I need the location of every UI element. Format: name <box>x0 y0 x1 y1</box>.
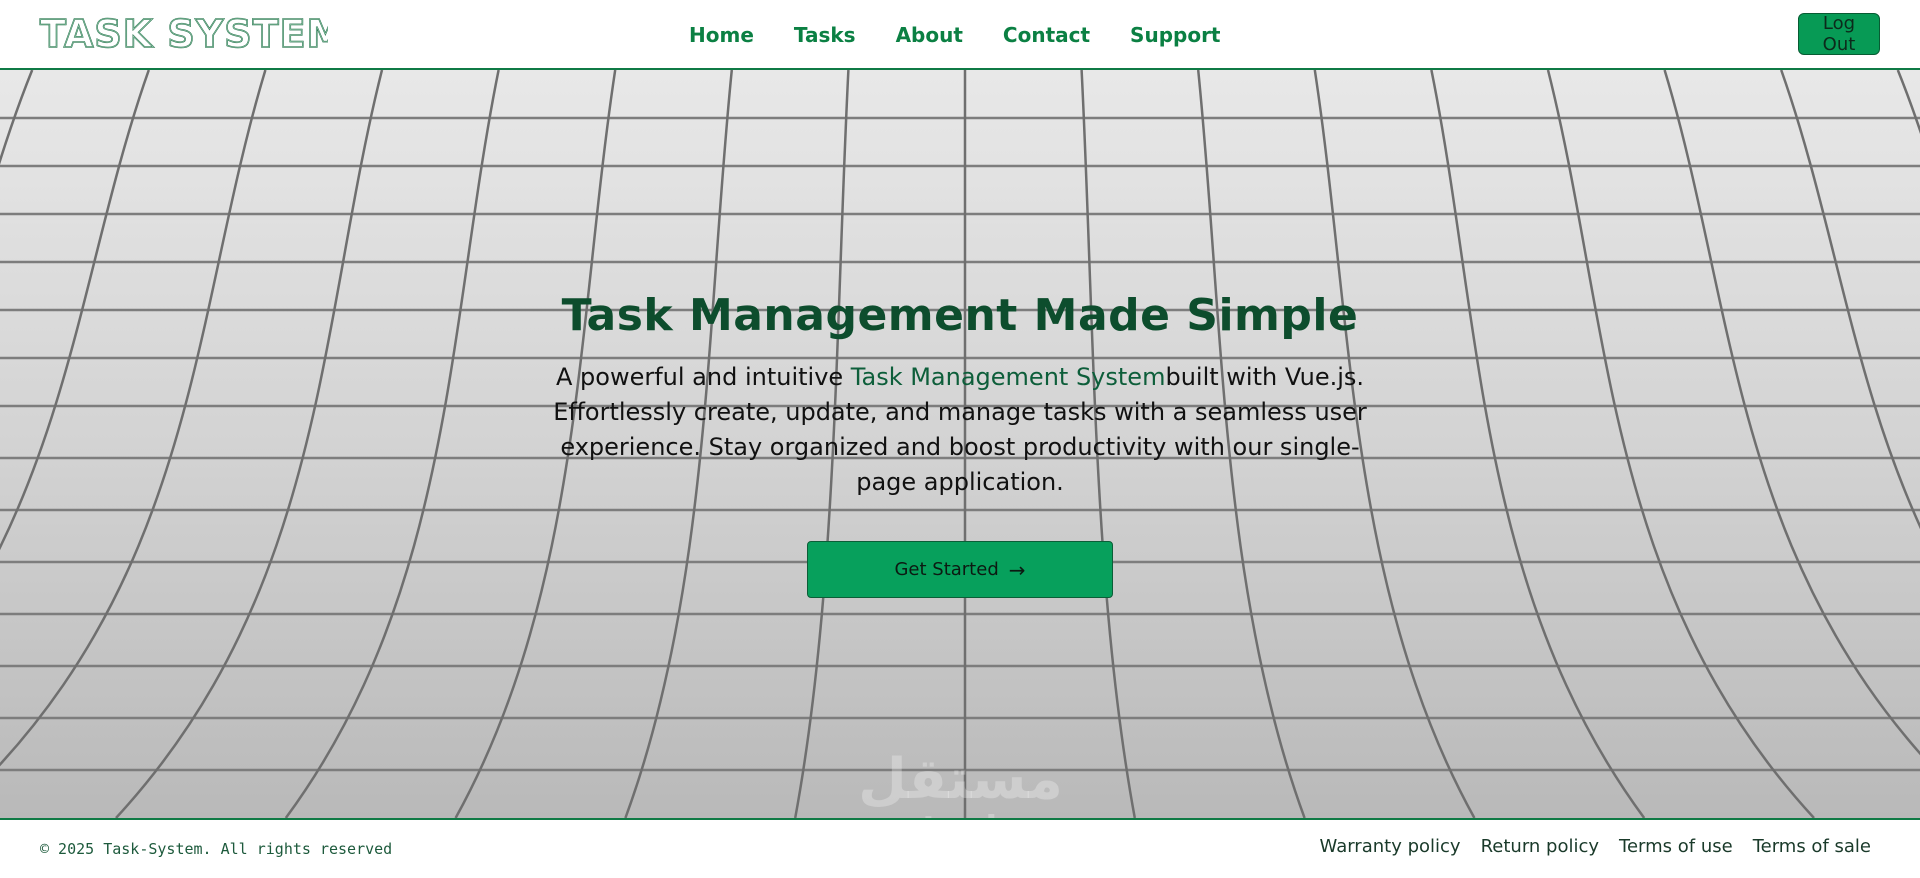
copyright-text: © 2025 Task-System. All rights reserved <box>40 840 393 858</box>
hero-desc-intro: A powerful and intuitive <box>555 363 851 391</box>
watermark-latin: mostaql.com <box>843 810 1089 818</box>
grid-line-vertical <box>1546 70 1815 818</box>
hero-section: Task Management Made Simple A powerful a… <box>0 70 1920 818</box>
hero-desc-highlight: Task Management System <box>850 363 1166 391</box>
hero-description: A powerful and intuitive Task Management… <box>540 360 1380 500</box>
nav-about[interactable]: About <box>896 20 963 50</box>
grid-line-vertical <box>115 70 384 818</box>
main-nav: Home Tasks About Contact Support <box>689 20 1261 50</box>
grid-line-vertical <box>1780 70 1920 529</box>
footer-link-warranty[interactable]: Warranty policy <box>1320 836 1461 857</box>
nav-contact[interactable]: Contact <box>1003 20 1090 50</box>
get-started-label: Get Started <box>894 559 999 580</box>
logo-wordmark: TASK SYSTEM TASK SYSTEM <box>39 11 328 56</box>
grid-line-vertical <box>0 70 150 550</box>
arrow-right-icon: → <box>1008 557 1026 582</box>
footer-link-terms-sale[interactable]: Terms of sale <box>1753 836 1871 857</box>
grid-line-vertical <box>0 70 267 767</box>
grid-line-vertical <box>1430 70 1646 818</box>
grid-line-vertical <box>284 70 500 818</box>
get-started-button[interactable]: Get Started → <box>807 541 1113 598</box>
nav-tasks[interactable]: Tasks <box>794 20 856 50</box>
logo-text-inner: TASK SYSTEM <box>40 12 328 56</box>
watermark-arabic: مستقل <box>858 747 1063 812</box>
top-navbar: TASK SYSTEM TASK SYSTEM Home Tasks About… <box>0 0 1920 70</box>
nav-home[interactable]: Home <box>689 20 754 50</box>
watermark: مستقل mostaql.com <box>843 747 1089 819</box>
footer: © 2025 Task-System. All rights reserved … <box>0 818 1920 878</box>
grid-line-vertical <box>1663 70 1920 756</box>
grid-line-vertical <box>1896 70 1920 135</box>
grid-line-vertical <box>0 70 34 165</box>
footer-link-terms-use[interactable]: Terms of use <box>1619 836 1733 857</box>
footer-link-return[interactable]: Return policy <box>1481 836 1599 857</box>
hero-title: Task Management Made Simple <box>561 290 1359 341</box>
logo[interactable]: TASK SYSTEM TASK SYSTEM <box>38 8 328 58</box>
footer-links: Warranty policy Return policy Terms of u… <box>1300 836 1871 857</box>
logout-button[interactable]: Log Out <box>1798 13 1880 55</box>
nav-support[interactable]: Support <box>1130 20 1220 50</box>
